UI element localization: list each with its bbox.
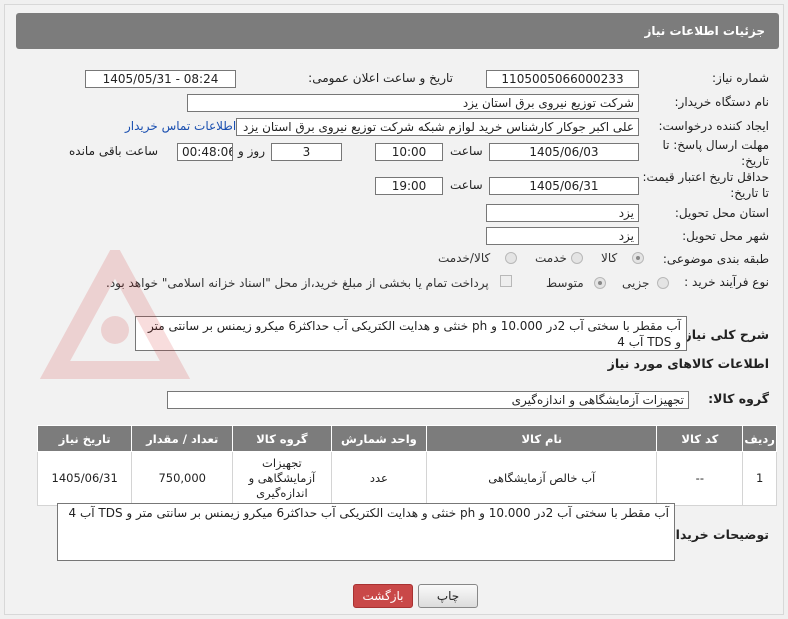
buyer-org-label: نام دستگاه خریدار:: [674, 95, 770, 109]
remaining-label: ساعت باقی مانده: [69, 144, 159, 158]
announce-datetime-field: 1405/05/31 - 08:24: [85, 70, 236, 88]
province-field: یزد: [486, 204, 639, 222]
page-header: جزئیات اطلاعات نیاز: [16, 13, 779, 49]
col-header-code: کد کالا: [656, 425, 744, 452]
goods-info-title: اطلاعات کالاهای مورد نیاز: [607, 356, 769, 371]
process-medium-radio[interactable]: [594, 277, 606, 289]
days-remaining-field: 3: [271, 143, 342, 161]
price-date-field: 1405/06/31: [489, 177, 639, 195]
col-header-unit: واحد شمارش: [330, 425, 428, 452]
col-header-row-number: ردیف: [742, 425, 777, 452]
price-time-label: ساعت: [450, 178, 483, 192]
cell-need-date: 1405/06/31: [36, 451, 133, 506]
back-button[interactable]: بازگشت: [353, 584, 413, 608]
process-minor-radio[interactable]: [657, 277, 669, 289]
reply-time-label: ساعت: [450, 144, 483, 158]
table-row: 1 -- آب خالص آزمایشگاهی عدد تجهیزات آزما…: [36, 451, 777, 506]
category-service-option: خدمت: [535, 251, 567, 265]
page-title: جزئیات اطلاعات نیاز: [644, 24, 765, 38]
col-header-name: نام کالا: [426, 425, 658, 452]
process-medium-option: متوسط: [546, 276, 584, 290]
summary-label: شرح کلی نیاز:: [679, 327, 769, 342]
buyer-org-field: شرکت توزیع نیروی برق استان یزد: [187, 94, 639, 112]
print-button[interactable]: چاپ: [418, 584, 478, 608]
reply-date-field: 1405/06/03: [489, 143, 639, 161]
days-label: روز و: [238, 144, 265, 158]
treasury-payment-note: پرداخت تمام یا بخشی از مبلغ خرید،از محل …: [106, 276, 489, 290]
treasury-payment-checkbox[interactable]: [500, 275, 512, 287]
goods-group-field: تجهیزات آزمایشگاهی و اندازه‌گیری: [167, 391, 689, 409]
city-label: شهر محل تحویل:: [682, 229, 769, 243]
col-header-group: گروه کالا: [232, 425, 332, 452]
reply-time-field: 10:00: [375, 143, 443, 161]
summary-text: آب مقطر با سختی آب 2در 10.000 و ph خنثی …: [135, 316, 687, 351]
cell-group: تجهیزات آزمایشگاهی و اندازه‌گیری: [232, 451, 332, 506]
price-time-field: 19:00: [375, 177, 443, 195]
cell-row-number: 1: [742, 451, 777, 506]
creator-label: ایجاد کننده درخواست:: [658, 119, 769, 133]
category-goods-radio[interactable]: [632, 252, 644, 264]
price-deadline-label: حداقل تاریخ اعتبار قیمت: تا تاریخ:: [642, 170, 769, 200]
reply-deadline-label: مهلت ارسال پاسخ: تا تاریخ:: [662, 138, 769, 168]
category-goods-option: کالا: [601, 251, 618, 265]
city-field: یزد: [486, 227, 639, 245]
announce-label: تاریخ و ساعت اعلان عمومی:: [308, 71, 453, 85]
category-both-radio[interactable]: [505, 252, 517, 264]
table-header-row: ردیف کد کالا نام کالا واحد شمارش گروه کا…: [36, 425, 777, 452]
province-label: استان محل تحویل:: [674, 206, 769, 220]
need-number-label: شماره نیاز:: [712, 71, 769, 85]
category-label: طبقه بندی موضوعی:: [662, 252, 769, 266]
remaining-time-field: 00:48:06: [177, 143, 233, 161]
category-service-radio[interactable]: [571, 252, 583, 264]
buyer-notes-text: آب مقطر با سختی آب 2در 10.000 و ph خنثی …: [57, 503, 675, 561]
cell-unit: عدد: [330, 451, 428, 506]
cell-quantity: 750,000: [131, 451, 234, 506]
col-header-quantity: تعداد / مقدار: [131, 425, 234, 452]
cell-code: --: [656, 451, 744, 506]
page-frame: جزئیات اطلاعات نیاز شماره نیاز: 11050050…: [4, 4, 784, 615]
goods-group-label: گروه کالا:: [708, 391, 769, 406]
watermark-logo-icon: [39, 250, 191, 379]
col-header-need-date: تاریخ نیاز: [36, 425, 133, 452]
category-both-option: کالا/خدمت: [438, 251, 491, 265]
cell-name: آب خالص آزمایشگاهی: [426, 451, 658, 506]
need-number-field: 1105005066000233: [486, 70, 639, 88]
contact-buyer-link[interactable]: اطلاعات تماس خریدار: [125, 119, 236, 133]
buyer-notes-label: توضیحات خریدار:: [663, 527, 769, 542]
process-minor-option: جزیی: [622, 276, 650, 290]
creator-field: علی اکبر جوکار کارشناس خرید لوازم شبکه ش…: [236, 118, 639, 136]
process-label: نوع فرآیند خرید :: [684, 275, 769, 289]
goods-table: ردیف کد کالا نام کالا واحد شمارش گروه کا…: [36, 425, 777, 506]
